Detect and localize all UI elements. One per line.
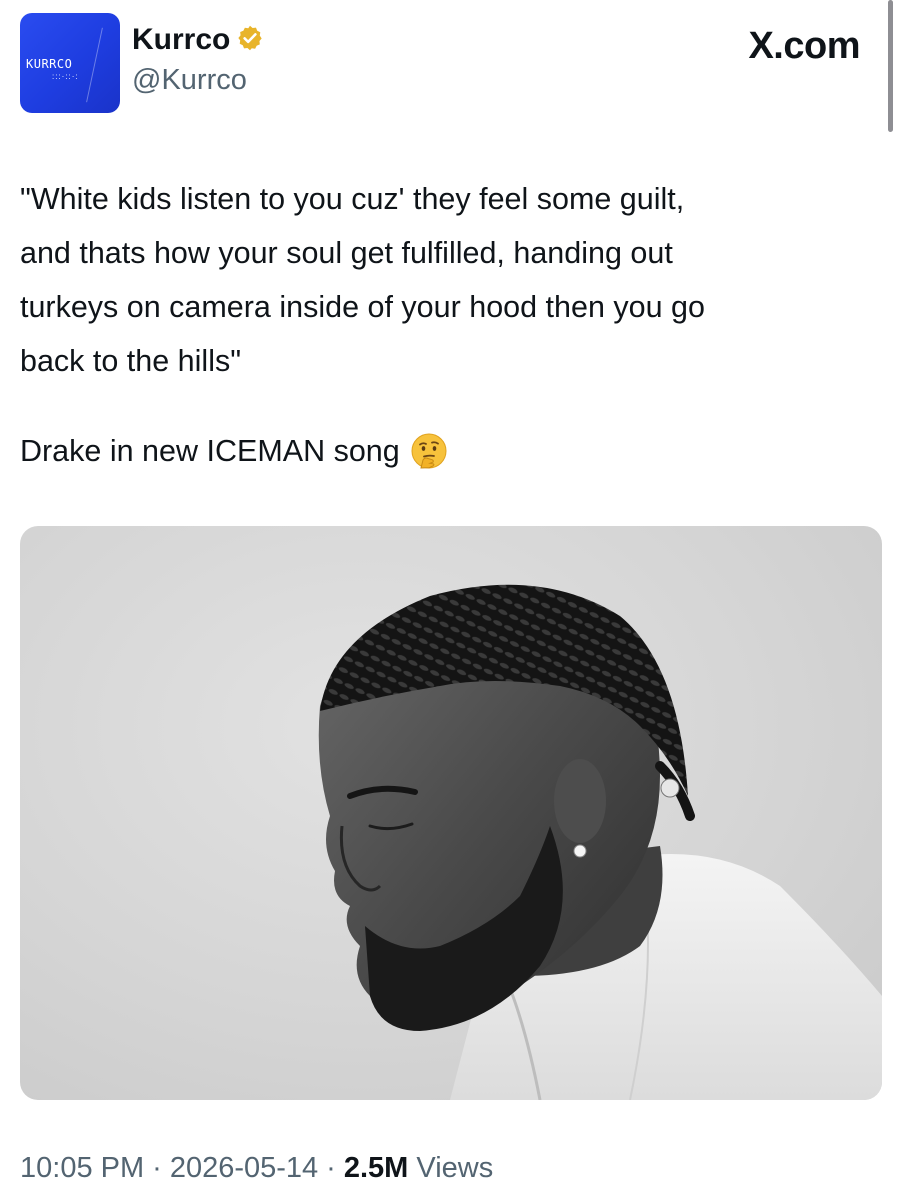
tweet-caption: Drake in new ICEMAN song xyxy=(20,434,400,468)
avatar-dots: :::·::·: xyxy=(52,72,79,81)
tweet-caption-row: Drake in new ICEMAN song xyxy=(20,424,448,478)
views-label: Views xyxy=(416,1152,494,1184)
verified-badge-icon xyxy=(236,24,264,57)
tweet-text: "White kids listen to you cuz' they feel… xyxy=(20,182,705,378)
meta-separator: · xyxy=(326,1152,336,1184)
tweet-header: KURRCO :::·::·: Kurrco @Kurrco X.com xyxy=(20,10,860,114)
avatar-wordmark: KURRCO xyxy=(26,57,73,71)
meta-separator: · xyxy=(152,1152,162,1184)
handle[interactable]: @Kurrco xyxy=(132,62,264,98)
portrait-illustration xyxy=(318,584,882,1100)
avatar[interactable]: KURRCO :::·::·: xyxy=(20,13,120,113)
site-brand: X.com xyxy=(748,25,860,67)
avatar-stroke xyxy=(86,27,103,103)
display-name[interactable]: Kurrco xyxy=(132,22,230,58)
name-row: Kurrco xyxy=(132,22,264,58)
tweet-time[interactable]: 10:05 PM xyxy=(20,1152,144,1184)
views-count[interactable]: 2.5M xyxy=(344,1152,408,1184)
author-info: Kurrco @Kurrco xyxy=(132,22,264,98)
thinking-face-icon xyxy=(410,432,448,470)
tweet-media-photo[interactable] xyxy=(20,526,882,1100)
scrollbar[interactable] xyxy=(888,0,893,132)
tweet-date[interactable]: 2026-05-14 xyxy=(170,1152,318,1184)
tweet-meta: 10:05 PM · 2026-05-14 · 2.5M Views xyxy=(20,1148,493,1188)
